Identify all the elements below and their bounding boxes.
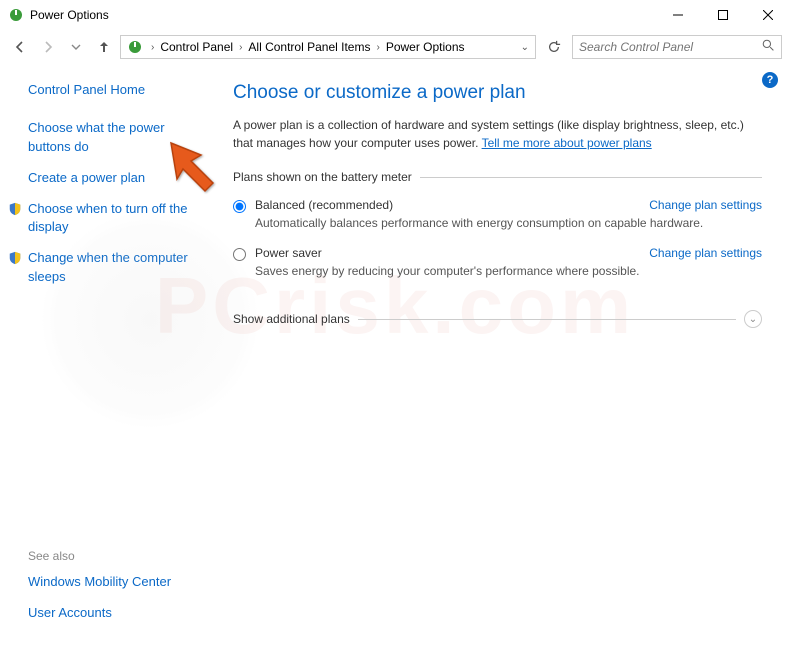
minimize-button[interactable] (655, 0, 700, 30)
breadcrumb[interactable]: › Control Panel › All Control Panel Item… (120, 35, 536, 59)
plans-legend: Plans shown on the battery meter (233, 170, 420, 184)
see-also-mobility-center[interactable]: Windows Mobility Center (28, 573, 203, 592)
nav-back-button[interactable] (8, 35, 32, 59)
plan-name: Power saver (255, 246, 322, 260)
shield-icon (8, 251, 26, 271)
sidebar-link-label: Change when the computer sleeps (28, 249, 203, 287)
sidebar-link-computer-sleeps[interactable]: Change when the computer sleeps (28, 249, 203, 287)
refresh-button[interactable] (542, 35, 566, 59)
shield-icon (8, 202, 26, 222)
plan-power-saver: Power saver Change plan settings Saves e… (233, 242, 762, 290)
see-also-label: User Accounts (28, 604, 112, 623)
search-box[interactable] (572, 35, 782, 59)
plan-description: Saves energy by reducing your computer's… (255, 264, 762, 278)
chevron-right-icon: › (239, 42, 242, 53)
breadcrumb-dropdown-icon[interactable]: ⌄ (517, 42, 533, 53)
plan-radio-power-saver[interactable] (233, 248, 246, 261)
plan-name: Balanced (recommended) (255, 198, 393, 212)
sidebar-link-label: Create a power plan (28, 169, 145, 188)
see-also-heading: See also (28, 549, 203, 563)
page-description: A power plan is a collection of hardware… (233, 116, 762, 152)
sidebar-link-turn-off-display[interactable]: Choose when to turn off the display (28, 200, 203, 238)
search-input[interactable] (579, 40, 762, 54)
breadcrumb-item[interactable]: Control Panel (158, 38, 235, 56)
see-also-user-accounts[interactable]: User Accounts (28, 604, 203, 623)
nav-recent-dropdown[interactable] (64, 35, 88, 59)
change-plan-settings-link[interactable]: Change plan settings (649, 246, 762, 260)
breadcrumb-icon (127, 39, 143, 55)
show-additional-plans[interactable]: Show additional plans ⌄ (233, 310, 762, 328)
nav-up-button[interactable] (92, 35, 116, 59)
plans-fieldset: Plans shown on the battery meter Balance… (233, 170, 762, 290)
sidebar-link-power-buttons[interactable]: Choose what the power buttons do (28, 119, 203, 157)
breadcrumb-item[interactable]: All Control Panel Items (246, 38, 372, 56)
chevron-right-icon: › (151, 42, 154, 53)
sidebar-link-label: Choose when to turn off the display (28, 200, 203, 238)
nav-forward-button[interactable] (36, 35, 60, 59)
sidebar-link-create-plan[interactable]: Create a power plan (28, 169, 203, 188)
search-icon (762, 39, 775, 55)
change-plan-settings-link[interactable]: Change plan settings (649, 198, 762, 212)
chevron-down-icon: ⌄ (744, 310, 762, 328)
divider (358, 319, 736, 320)
maximize-button[interactable] (700, 0, 745, 30)
close-button[interactable] (745, 0, 790, 30)
sidebar-link-label: Choose what the power buttons do (28, 119, 203, 157)
app-icon (8, 7, 24, 23)
see-also-label: Windows Mobility Center (28, 573, 171, 592)
window-title: Power Options (30, 8, 655, 22)
breadcrumb-item[interactable]: Power Options (384, 38, 467, 56)
plan-balanced: Balanced (recommended) Change plan setti… (233, 194, 762, 242)
chevron-right-icon: › (376, 42, 379, 53)
page-title: Choose or customize a power plan (233, 82, 762, 104)
plan-description: Automatically balances performance with … (255, 216, 762, 230)
show-more-label: Show additional plans (233, 312, 350, 326)
control-panel-home-link[interactable]: Control Panel Home (28, 82, 203, 97)
learn-more-link[interactable]: Tell me more about power plans (482, 136, 652, 150)
plan-radio-balanced[interactable] (233, 200, 246, 213)
